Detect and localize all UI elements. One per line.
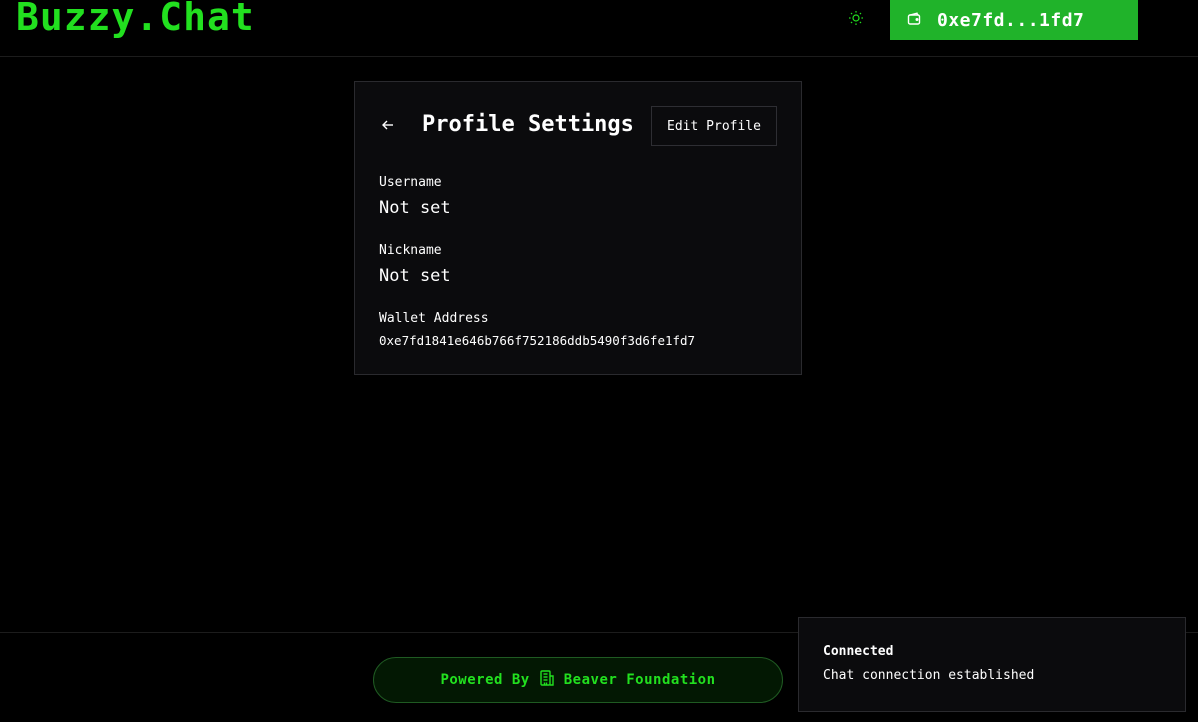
nickname-value: Not set [379,266,451,286]
toast-description: Chat connection established [823,668,1035,683]
wallet-connect-button[interactable]: 0xe7fd...1fd7 [890,0,1138,40]
wallet-address-label: Wallet Address [379,311,489,326]
toast-title: Connected [823,644,894,659]
username-value: Not set [379,198,451,218]
powered-by-text: Powered By [440,672,530,688]
connection-toast[interactable]: Connected Chat connection established [798,617,1186,712]
nickname-label: Nickname [379,243,442,258]
back-button[interactable] [377,115,399,137]
app-header: Buzzy.Chat 0xe7fd...1fd7 [0,0,1198,57]
theme-toggle-button[interactable] [845,9,867,31]
username-label: Username [379,175,442,190]
arrow-left-icon [381,117,395,136]
foundation-name: Beaver Foundation [563,672,716,688]
powered-by-link[interactable]: Powered By Beaver Foundation [373,657,783,703]
page-title: Profile Settings [422,112,634,137]
wallet-address-short: 0xe7fd...1fd7 [937,9,1085,31]
building-icon [538,669,556,691]
sun-icon [848,10,864,30]
profile-settings-card: Profile Settings Edit Profile Username N… [354,81,802,375]
app-logo[interactable]: Buzzy.Chat [16,0,255,40]
wallet-icon [907,11,921,30]
wallet-address-value: 0xe7fd1841e646b766f752186ddb5490f3d6fe1f… [379,333,696,348]
edit-profile-button[interactable]: Edit Profile [651,106,777,146]
